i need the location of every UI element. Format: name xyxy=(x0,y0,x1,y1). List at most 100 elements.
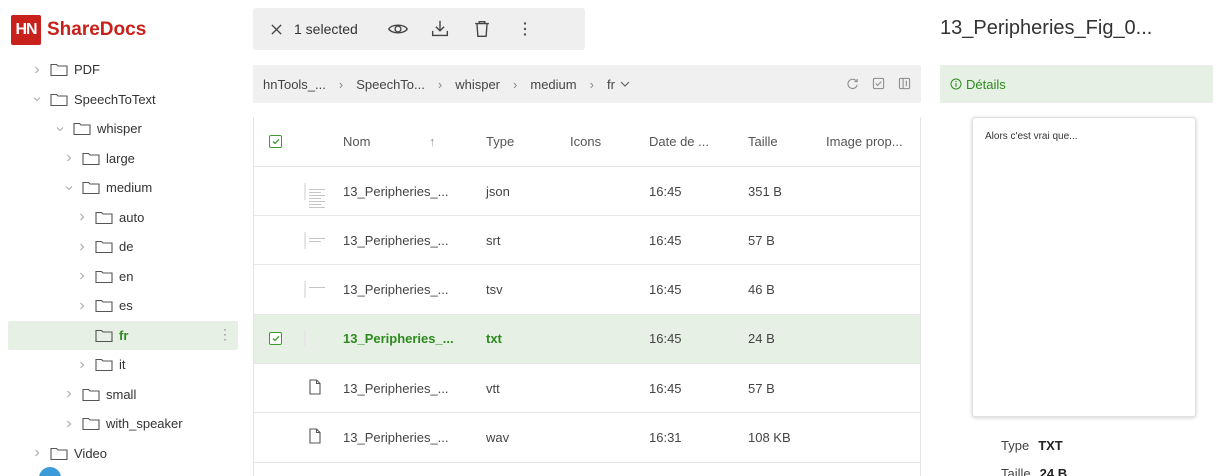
breadcrumb-item-fr[interactable]: fr xyxy=(607,77,630,92)
column-header-type[interactable]: Type xyxy=(486,134,514,149)
chevron-down-icon[interactable] xyxy=(62,181,76,195)
more-vertical-icon[interactable] xyxy=(514,18,536,40)
tree-item-medium[interactable]: medium xyxy=(8,173,238,202)
tree-item-en[interactable]: en xyxy=(8,262,238,291)
tab-details[interactable]: Détails xyxy=(940,65,1213,103)
file-name[interactable]: 13_Peripheries_... xyxy=(343,381,449,396)
file-type: txt xyxy=(486,331,502,347)
chevron-right-icon[interactable] xyxy=(75,299,89,313)
details-title: 13_Peripheries_Fig_0... xyxy=(940,17,1153,39)
chevron-right-icon[interactable] xyxy=(75,210,89,224)
chevron-right-icon[interactable] xyxy=(75,269,89,283)
chevron-right-icon[interactable] xyxy=(75,240,89,254)
table-row[interactable]: 13_Peripheries_... vtt 16:45 57 B xyxy=(254,364,920,414)
column-header-icons[interactable]: Icons xyxy=(570,134,601,149)
file-thumbnail xyxy=(304,281,325,299)
detail-size-label: Taille xyxy=(1001,466,1031,476)
checkbox xyxy=(269,332,282,346)
file-type: wav xyxy=(486,430,510,445)
table-row[interactable]: 13_Peripheries_... tsv 16:45 46 B xyxy=(254,266,920,315)
tree-item-es[interactable]: es xyxy=(8,291,238,320)
columns-icon[interactable] xyxy=(897,76,911,90)
file-type: json xyxy=(486,183,510,199)
sort-arrow-up-icon[interactable]: ↑ xyxy=(429,134,436,149)
trash-icon[interactable] xyxy=(471,18,493,40)
folder-icon xyxy=(95,327,115,343)
file-name[interactable]: 13_Peripheries_... xyxy=(343,184,449,199)
breadcrumb-item-hntools[interactable]: hnTools_... xyxy=(263,77,326,92)
file-date: 16:45 xyxy=(649,282,682,298)
app-logo[interactable]: HN ShareDocs xyxy=(11,14,146,46)
column-header-date[interactable]: Date de ... xyxy=(649,134,709,149)
tree-item-small[interactable]: small xyxy=(8,380,238,409)
tree-item-auto[interactable]: auto xyxy=(8,203,238,232)
select-all-checkbox[interactable] xyxy=(269,135,282,148)
detail-size-value: 24 B xyxy=(1039,466,1068,476)
breadcrumb-item-medium[interactable]: medium xyxy=(530,77,576,92)
document-thumbnail xyxy=(304,231,325,249)
tree-item-fr[interactable]: fr ⋮ xyxy=(8,320,238,350)
file-type: vtt xyxy=(486,380,500,396)
tree-item-label: es xyxy=(119,298,133,313)
detail-size: Taille 24 B xyxy=(1001,466,1067,476)
tree-item-whisper[interactable]: whisper xyxy=(8,114,238,143)
tree-item-with-speaker[interactable]: with_speaker xyxy=(8,409,238,438)
breadcrumb-item-speechtotext[interactable]: SpeechTo... xyxy=(356,77,425,92)
folder-icon xyxy=(50,445,70,461)
file-name[interactable]: 13_Peripheries_... xyxy=(343,430,449,445)
chevron-right-icon[interactable] xyxy=(62,151,76,165)
chevron-right-icon[interactable] xyxy=(62,417,76,431)
table-row[interactable]: 13_Peripheries_... srt 16:45 57 B xyxy=(254,216,920,266)
breadcrumb-separator: › xyxy=(338,76,344,92)
chevron-right-icon[interactable] xyxy=(30,63,44,77)
breadcrumb-separator: › xyxy=(513,76,518,92)
tree-item-label: Video xyxy=(74,445,108,461)
refresh-icon[interactable] xyxy=(845,76,859,90)
table-row[interactable]: 13_Peripheries_... json 16:45 351 B xyxy=(254,167,920,216)
chevron-down-icon[interactable] xyxy=(53,122,67,136)
table-row[interactable]: 13_Peripheries_... wav 16:31 108 KB xyxy=(254,414,920,463)
chevron-right-icon[interactable] xyxy=(30,446,44,460)
file-icon xyxy=(309,379,321,395)
folder-icon xyxy=(82,180,102,196)
row-checkbox[interactable] xyxy=(269,332,282,346)
file-name[interactable]: 13_Peripheries_... xyxy=(343,282,449,297)
file-icon xyxy=(309,428,321,444)
chevron-down-icon[interactable] xyxy=(30,92,44,106)
tree-item-de[interactable]: de xyxy=(8,232,238,261)
breadcrumb-separator: › xyxy=(437,76,443,92)
file-thumbnail xyxy=(304,379,322,398)
tree-item-label: it xyxy=(119,357,126,372)
folder-icon xyxy=(73,121,93,137)
tree-item-pdf[interactable]: PDF xyxy=(8,56,238,84)
tree-item-label: de xyxy=(119,239,134,254)
breadcrumb-item-whisper[interactable]: whisper xyxy=(455,77,500,92)
chevron-right-icon[interactable] xyxy=(75,328,89,342)
tree-item-speechtotext[interactable]: SpeechToText xyxy=(8,85,238,114)
column-header-size[interactable]: Taille xyxy=(748,134,778,149)
more-vertical-icon[interactable]: ⋮ xyxy=(218,327,232,341)
column-header-name[interactable]: Nom xyxy=(343,134,370,149)
tab-details-label: Détails xyxy=(966,76,1006,92)
file-size: 108 KB xyxy=(748,430,791,445)
download-icon[interactable] xyxy=(429,18,451,40)
select-all-icon[interactable] xyxy=(871,76,885,90)
chevron-right-icon[interactable] xyxy=(62,387,76,401)
tree-item-it[interactable]: it xyxy=(8,350,238,379)
file-name[interactable]: 13_Peripheries_... xyxy=(343,233,449,248)
folder-icon xyxy=(95,268,115,284)
document-thumbnail xyxy=(304,182,325,208)
chevron-right-icon[interactable] xyxy=(75,358,89,372)
app-name: ShareDocs xyxy=(47,19,147,40)
file-date: 16:45 xyxy=(649,380,682,396)
column-header-image-properties[interactable]: Image prop... xyxy=(826,134,903,149)
tree-item-large[interactable]: large xyxy=(8,144,238,173)
eye-icon[interactable] xyxy=(387,18,409,40)
table-row[interactable]: 13_Peripheries_... txt 16:45 24 B xyxy=(254,314,920,364)
file-name[interactable]: 13_Peripheries_... xyxy=(343,331,454,346)
tree-item-label: fr xyxy=(119,327,129,343)
tree-item-video[interactable]: Video xyxy=(8,439,238,468)
close-icon[interactable] xyxy=(265,18,287,40)
file-date: 16:45 xyxy=(649,331,682,347)
file-size: 57 B xyxy=(748,232,775,248)
